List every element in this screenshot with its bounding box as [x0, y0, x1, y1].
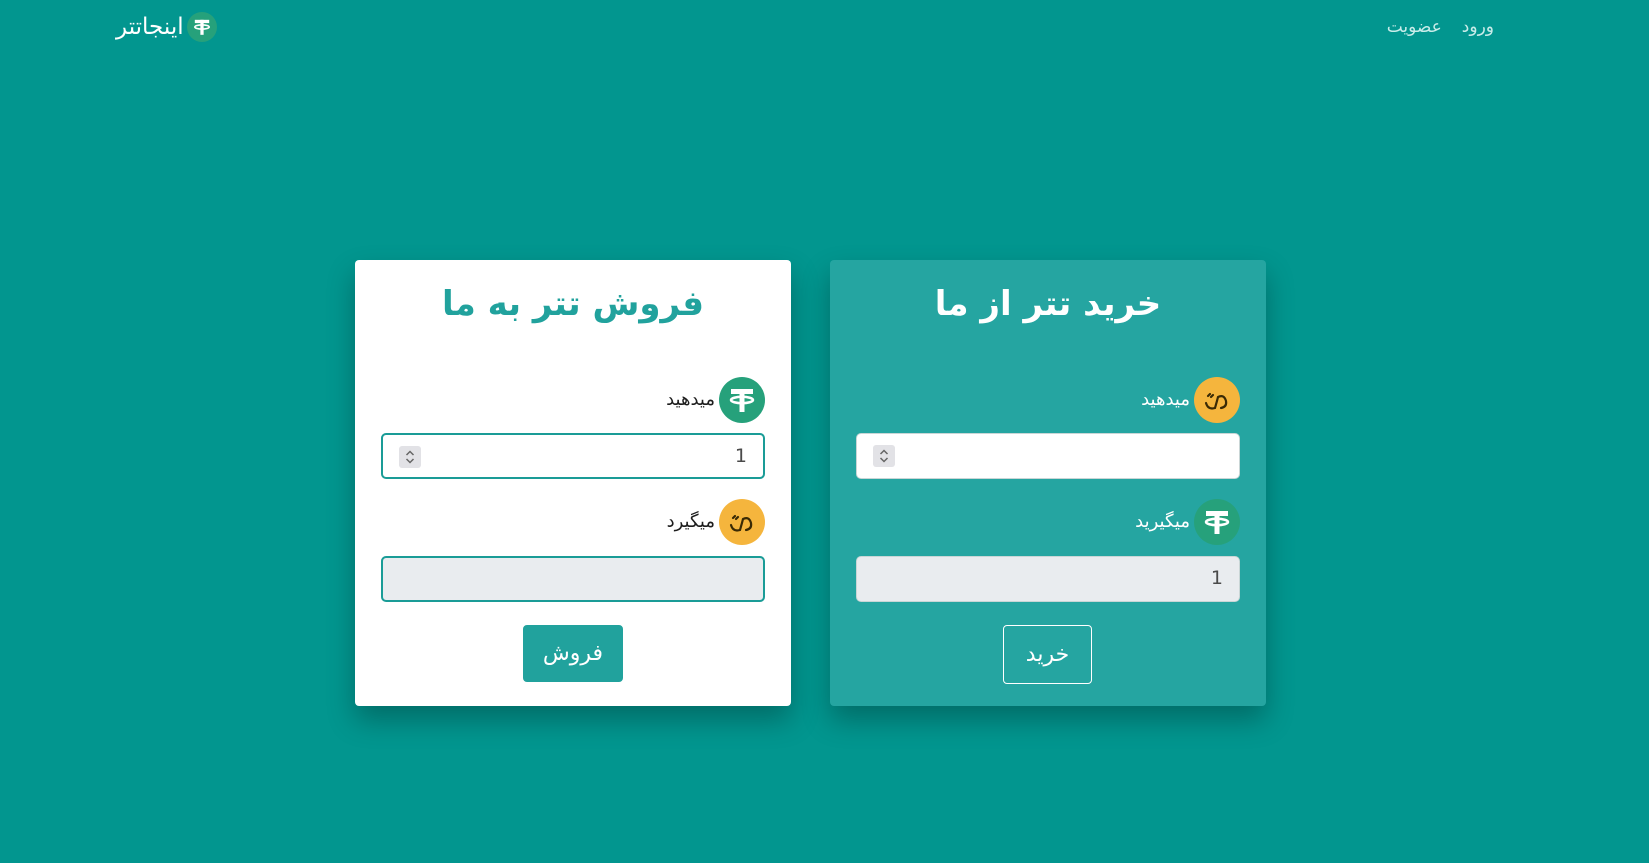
sell-get-amount-field: [381, 556, 765, 602]
sell-button[interactable]: فروش: [523, 625, 623, 682]
sell-give-amount-input[interactable]: 1: [381, 433, 765, 479]
login-link[interactable]: ورود: [1462, 14, 1494, 40]
sell-get-label: میگیرد: [666, 511, 715, 532]
signup-link[interactable]: عضویت: [1387, 14, 1442, 40]
number-spinner[interactable]: [873, 445, 895, 467]
buy-get-amount-value: 1: [1210, 567, 1223, 589]
brand-name: اینجاتتر: [116, 14, 184, 40]
brand-logo-link[interactable]: اینجاتتر: [116, 12, 217, 42]
buy-get-amount-field: 1: [856, 556, 1240, 602]
toman-coin-icon: [1194, 377, 1240, 423]
sell-get-label-row: میگیرد: [667, 499, 765, 545]
sell-give-label: میدهید: [666, 389, 715, 410]
sell-give-label-row: میدهید: [666, 377, 765, 423]
buy-card-title: خرید تتر از ما: [934, 284, 1162, 324]
buy-get-label: میگیرید: [1135, 511, 1190, 532]
tether-coin-icon: [719, 377, 765, 423]
buy-give-label: میدهید: [1141, 389, 1190, 410]
buy-give-amount-input[interactable]: [856, 433, 1240, 479]
number-spinner[interactable]: [399, 446, 421, 468]
top-nav: ورود عضویت: [1387, 14, 1494, 40]
sell-card-title: فروش تتر به ما: [442, 284, 704, 324]
spinner-arrows-icon: [879, 449, 889, 463]
buy-tether-card: خرید تتر از ما میدهید میگیرید 1 خرید: [830, 260, 1266, 706]
buy-get-label-row: میگیرید: [1135, 499, 1240, 545]
spinner-arrows-icon: [405, 450, 415, 464]
sell-tether-card: فروش تتر به ما میدهید 1 میگیرد فروش: [355, 260, 791, 706]
buy-give-label-row: میدهید: [1141, 377, 1240, 423]
buy-button[interactable]: خرید: [1003, 625, 1092, 684]
tether-coin-icon: [186, 12, 217, 42]
sell-give-amount-value: 1: [734, 445, 747, 467]
toman-coin-icon: [719, 499, 765, 545]
tether-coin-icon: [1194, 499, 1240, 545]
